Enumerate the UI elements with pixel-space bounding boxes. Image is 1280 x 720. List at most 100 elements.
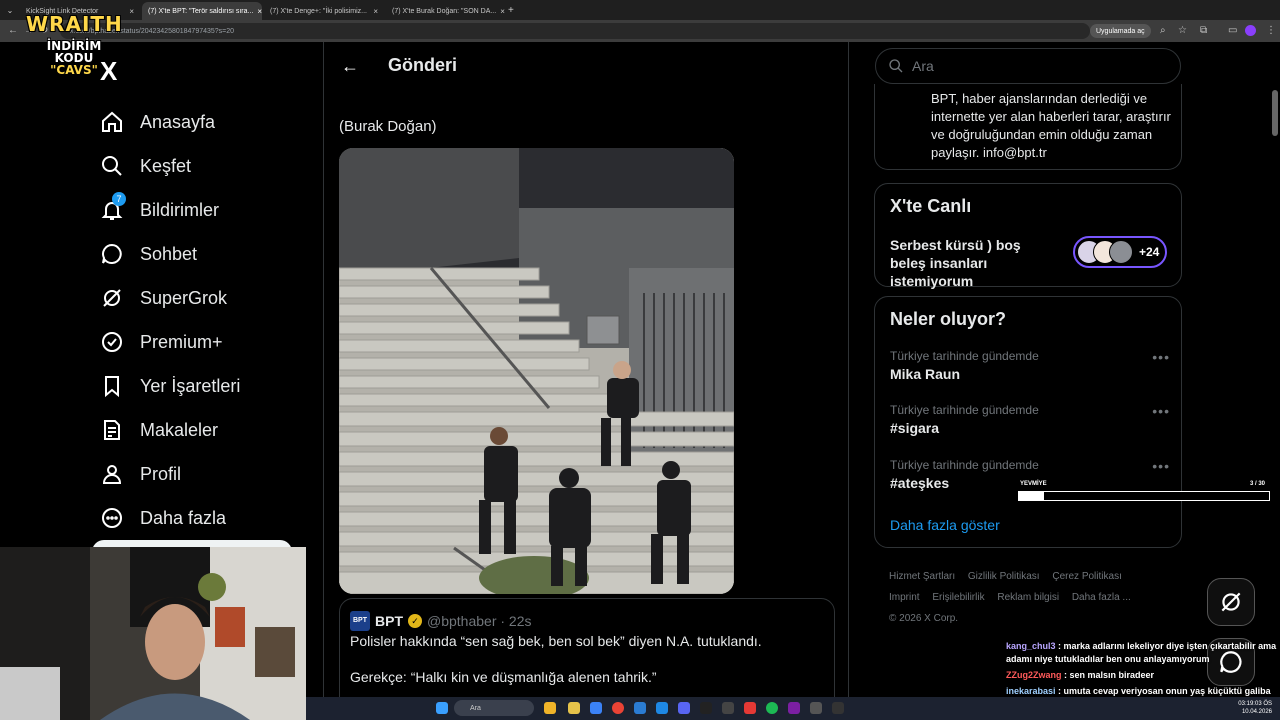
windows-start-icon[interactable] (436, 702, 448, 714)
trend-context: Türkiye tarihinde gündemde (890, 349, 1039, 363)
sidebar-item-label: Yer İşaretleri (140, 375, 241, 396)
webcam-frame (0, 547, 306, 720)
page-title: Gönderi (388, 55, 458, 75)
sidebar-item-profile[interactable]: Profil (100, 452, 240, 496)
cast-icon[interactable]: ▭ (1228, 25, 1237, 37)
taskbar-clock[interactable]: 03:19:03 ÖS 10.04.2026 (1238, 700, 1272, 716)
chrome-icon[interactable] (612, 702, 624, 714)
chat-username: inekarabasi (1006, 686, 1056, 696)
discord-icon[interactable] (678, 702, 690, 714)
footer-link[interactable]: Çerez Politikası (1052, 571, 1121, 582)
sidebar-item-home[interactable]: Anasayfa (100, 100, 240, 144)
x-logo-icon[interactable]: X (100, 56, 117, 87)
taskbar-app-icon[interactable] (788, 702, 800, 714)
spotify-icon[interactable] (766, 702, 778, 714)
tab-list-icon[interactable]: ⌄ (0, 2, 20, 20)
footer-link[interactable]: Reklam bilgisi (997, 592, 1059, 603)
progress-overlay-fill (1019, 492, 1044, 500)
star-icon[interactable]: ☆ (1178, 25, 1187, 37)
grok-icon (103, 289, 121, 307)
taskbar-app-icon[interactable] (810, 702, 822, 714)
sidebar-item-articles[interactable]: Makaleler (100, 408, 240, 452)
sidebar-item-label: Profil (140, 463, 182, 484)
taskbar-app-icon[interactable] (744, 702, 756, 714)
post-header: ← Gönderi (324, 42, 848, 90)
taskbar-app-icon[interactable] (700, 702, 712, 714)
sidebar-item-premium[interactable]: Premium+ (100, 320, 240, 364)
close-icon[interactable]: × (129, 7, 134, 16)
trend-topic: #sigara (890, 420, 940, 436)
trend-context: Türkiye tarihinde gündemde (890, 403, 1039, 417)
taskbar-app-icon[interactable] (590, 702, 602, 714)
address-bar: ← → ↻ x.com/bpthaber/status/204234258018… (0, 20, 1280, 42)
post-author-line: (Burak Doğan) (339, 118, 437, 135)
file-explorer-icon[interactable] (568, 702, 580, 714)
more-options-icon[interactable]: ••• (1152, 349, 1170, 365)
close-icon[interactable]: × (373, 7, 378, 16)
footer-link[interactable]: Imprint (889, 592, 920, 603)
footer-link[interactable]: Hizmet Şartları (889, 571, 955, 582)
more-options-icon[interactable]: ••• (1152, 403, 1170, 419)
sidebar-item-more[interactable]: Daha fazla (100, 496, 240, 540)
menu-icon[interactable]: ⋮ (1266, 25, 1276, 37)
footer-link[interactable]: Gizlilik Politikası (968, 571, 1040, 582)
show-more-link[interactable]: Daha fazla göster (890, 517, 1000, 533)
live-listeners[interactable]: +24 (1073, 236, 1167, 268)
trend-item[interactable]: Türkiye tarihinde gündemde Mika Raun ••• (890, 349, 1170, 382)
close-icon[interactable]: × (257, 7, 262, 16)
url-field[interactable]: x.com/bpthaber/status/204234258018479743… (60, 23, 1090, 39)
browser-tab-4[interactable]: (7) X'te Burak Doğan: "SON DA... × (386, 2, 506, 20)
tab-label: (7) X'te BPT: "Terör saldırısı sıra... (148, 7, 254, 15)
live-space-title[interactable]: Serbest kürsü ) boş beleş insanları iste… (890, 236, 1060, 290)
search-placeholder: Ara (912, 58, 934, 74)
sidebar-item-explore[interactable]: Keşfet (100, 144, 240, 188)
grok-button[interactable] (1207, 578, 1255, 626)
profile-bio-card: BPT, haber ajanslarından derlediği ve in… (874, 84, 1182, 170)
trend-item[interactable]: Türkiye tarihinde gündemde #sigara ••• (890, 403, 1170, 436)
main-column: ← Gönderi (Burak Doğan) BPT BPT ✓ @bptha… (323, 42, 849, 720)
quoted-author-handle: @bpthaber · 22s (427, 613, 532, 629)
footer-link[interactable]: Erişilebilirlik (932, 592, 984, 603)
zoom-icon[interactable]: ⌕ (1160, 25, 1166, 37)
new-tab-icon[interactable]: + (508, 2, 522, 20)
sidebar-item-bookmarks[interactable]: Yer İşaretleri (100, 364, 240, 408)
browser-tab-2[interactable]: (7) X'te BPT: "Terör saldırısı sıra... × (142, 2, 262, 20)
verified-badge-icon: ✓ (408, 614, 422, 628)
quoted-author-name[interactable]: BPT (375, 613, 403, 629)
progress-overlay-count: 3 / 30 (1250, 481, 1266, 487)
back-arrow-icon[interactable]: ← (338, 54, 362, 78)
extensions-icon[interactable]: ⧉ (1200, 25, 1207, 37)
taskbar-search[interactable]: Ara (454, 700, 534, 716)
sidebar-item-notifications[interactable]: 7 Bildirimler (100, 188, 240, 232)
back-icon[interactable]: ← (8, 25, 18, 37)
profile-icon (102, 465, 122, 484)
browser-tab-3[interactable]: (7) X'te Denge+: "İki polisimiz... × (264, 2, 384, 20)
sidebar-item-label: Anasayfa (140, 111, 216, 132)
footer-link[interactable]: Daha fazla ... (1072, 592, 1131, 603)
taskbar-app-icon[interactable] (544, 702, 556, 714)
search-input[interactable]: Ara (875, 48, 1181, 84)
scrollbar-thumb[interactable] (1272, 90, 1278, 136)
post-video[interactable] (339, 148, 734, 594)
sidebar-item-label: Makaleler (140, 419, 219, 440)
more-options-icon[interactable]: ••• (1152, 458, 1170, 474)
tab-label: (7) X'te Denge+: "İki polisimiz... (270, 7, 367, 15)
taskbar-app-icon[interactable] (656, 702, 668, 714)
chat-username: ZZug2Zwang (1006, 670, 1062, 680)
open-in-app-chip[interactable]: Uygulamada aç (1090, 24, 1151, 38)
live-card[interactable]: X'te Canlı Serbest kürsü ) boş beleş ins… (874, 183, 1182, 290)
progress-overlay-label: YEVMİYE (1020, 481, 1047, 487)
close-icon[interactable]: × (500, 7, 505, 16)
open-in-app-label: Uygulamada aç (1096, 27, 1145, 35)
avatar (1109, 240, 1133, 264)
chat-message: ZZug2Zwang : sen malsın biradeer (1006, 670, 1155, 680)
profile-avatar-icon[interactable] (1245, 25, 1256, 36)
sidebar-item-label: Premium+ (140, 331, 223, 352)
taskbar-app-icon[interactable] (634, 702, 646, 714)
sidebar-item-chat[interactable]: Sohbet (100, 232, 240, 276)
sidebar-item-supergrok[interactable]: SuperGrok (100, 276, 240, 320)
taskbar-app-icon[interactable] (722, 702, 734, 714)
taskbar-app-icon[interactable] (832, 702, 844, 714)
copyright: © 2026 X Corp. (889, 613, 959, 624)
avatar[interactable]: BPT (350, 611, 370, 631)
